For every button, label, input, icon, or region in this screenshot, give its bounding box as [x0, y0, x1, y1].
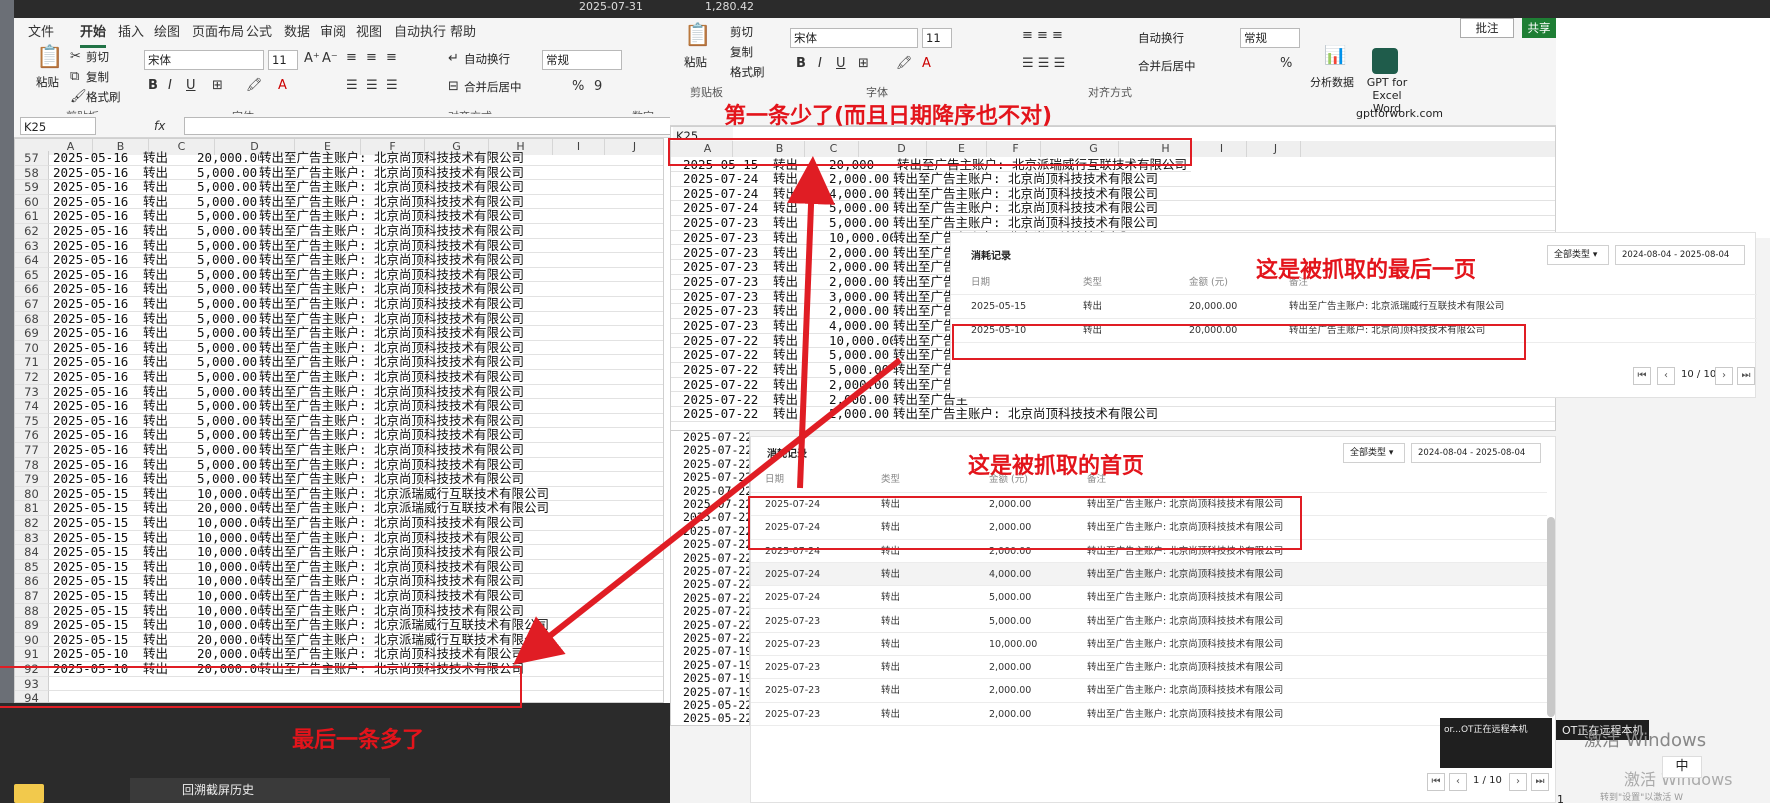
screenshot-root: 2025-07-31 1,280.42 文件 开始 插入 绘图 页面布局 公式 数据 审阅 视图… — [0, 0, 1770, 803]
annotation-top: 第一条少了(而且日期降序也不对) — [724, 104, 1053, 129]
arrow-to-top-row — [787, 156, 836, 489]
annotation-first-page: 这是被抓取的首页 — [968, 454, 1145, 479]
annotation-bottom: 最后一条多了 — [292, 728, 425, 753]
annotation-last-page: 这是被抓取的最后一页 — [1256, 258, 1477, 283]
arrow-to-extra-row — [513, 357, 902, 665]
